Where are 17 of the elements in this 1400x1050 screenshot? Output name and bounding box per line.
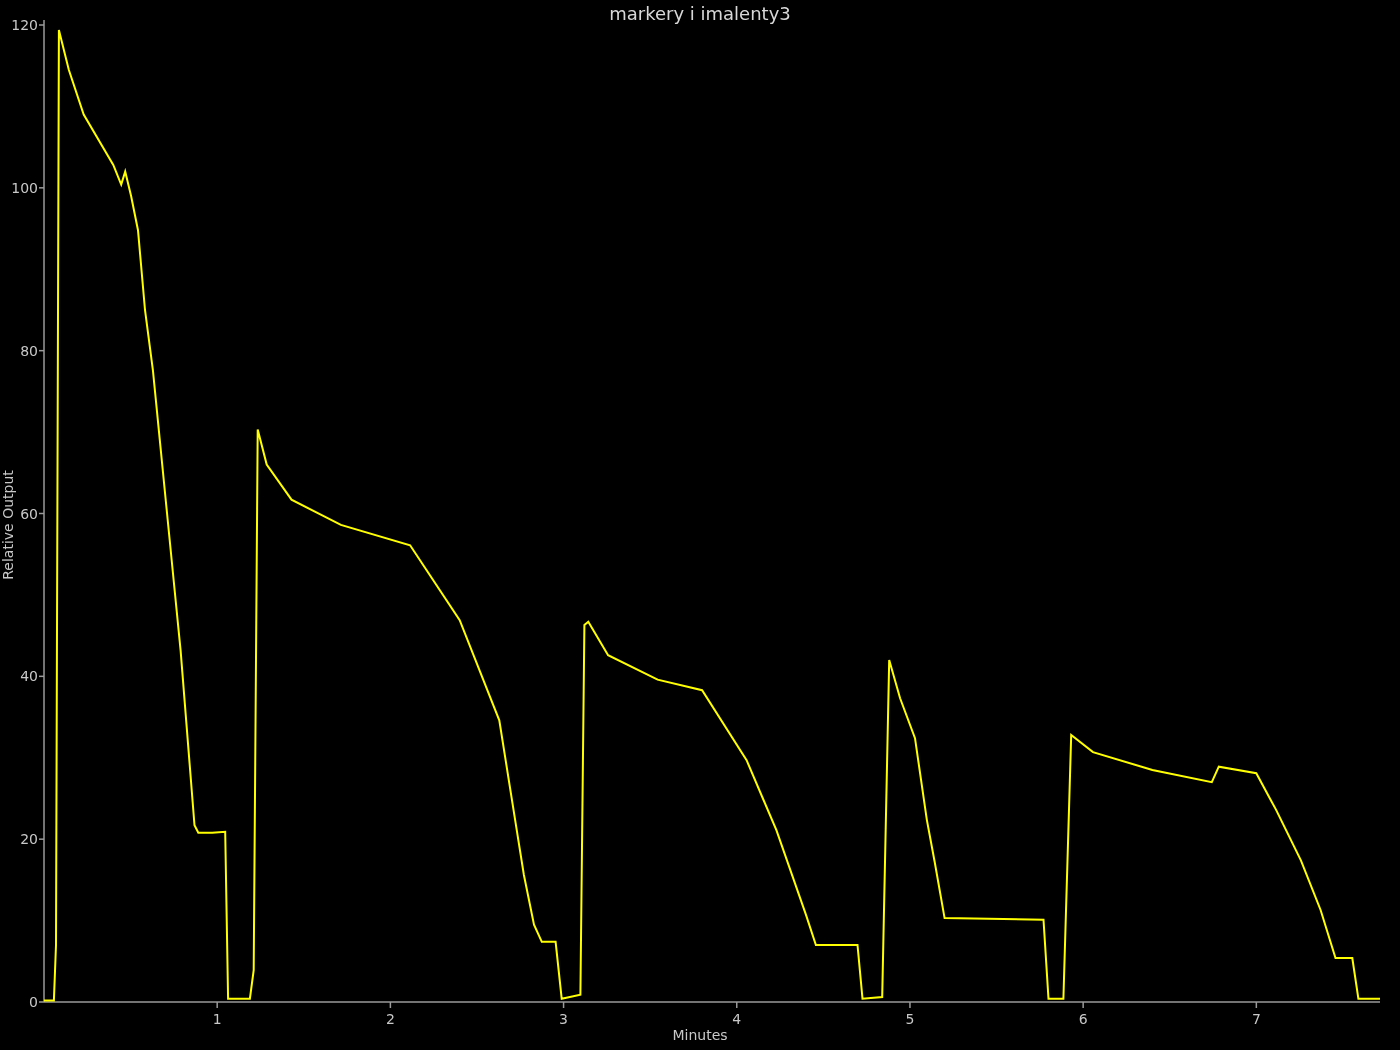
tick-label: 5: [905, 1011, 915, 1027]
chart-title: markery i imalenty3: [609, 3, 791, 24]
tick-label: 7: [1251, 1011, 1261, 1027]
tick-label: 60: [20, 505, 38, 522]
tick-label: 2: [385, 1011, 395, 1027]
tick-label: 100: [11, 179, 38, 196]
tick-label: 3: [559, 1011, 569, 1027]
tick-label: 1: [212, 1011, 222, 1027]
tick-label: 40: [20, 668, 38, 685]
tick-label: 0: [29, 994, 38, 1010]
tick-label: 6: [1078, 1011, 1088, 1027]
tick-label: 20: [20, 831, 38, 848]
axis-label: Relative Output: [0, 470, 16, 580]
tick-label: 80: [20, 342, 38, 359]
axis-label: Minutes: [672, 1027, 728, 1043]
tick-label: 4: [732, 1011, 742, 1027]
tick-label: 120: [11, 17, 38, 33]
